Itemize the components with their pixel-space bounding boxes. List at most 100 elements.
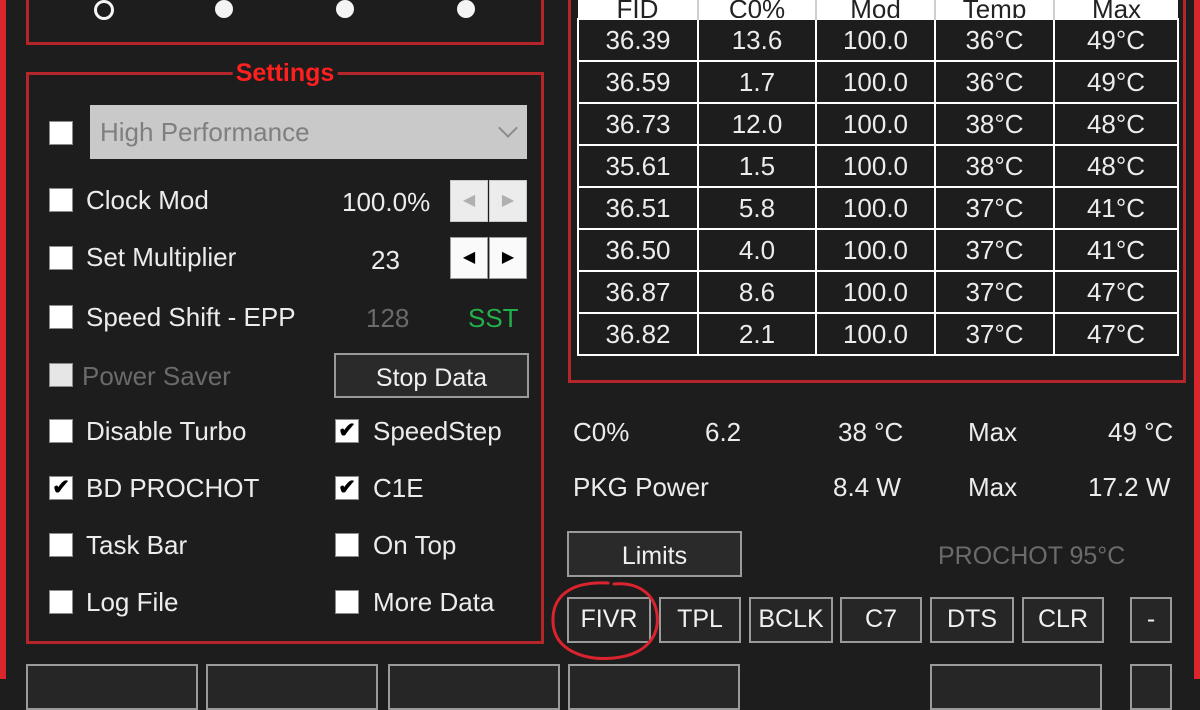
cell-temp: 38°C (934, 144, 1055, 188)
cell-temp: 37°C (934, 186, 1055, 230)
header-max: Max (1053, 0, 1178, 19)
cell-fid: 35.61 (577, 144, 699, 188)
header-c0: C0% (697, 0, 816, 19)
table-row: 36.59 1.7 100.0 36°C 49°C (577, 60, 1179, 104)
table-row: 36.51 5.8 100.0 37°C 41°C (577, 186, 1179, 230)
power-saver-checkbox[interactable] (49, 363, 73, 387)
power-plan-checkbox[interactable] (49, 121, 73, 145)
task-bar-label: Task Bar (86, 530, 188, 560)
speed-shift-epp-value: 128 (366, 303, 410, 333)
on-top-label: On Top (373, 530, 457, 560)
c7-button[interactable]: C7 (840, 597, 922, 643)
window-frame-right (1194, 0, 1200, 679)
table-header-row: FID C0% Mod Temp Max (578, 0, 1178, 19)
cell-fid: 36.50 (577, 228, 699, 272)
cell-mod: 100.0 (815, 312, 936, 356)
set-multiplier-value: 23 (371, 245, 400, 275)
pkg-power-value: 8.4 W (833, 472, 901, 502)
clock-mod-value: 100.0% (342, 187, 431, 217)
cell-max: 48°C (1053, 144, 1179, 188)
check-icon: ✔ (52, 476, 70, 499)
set-multiplier-checkbox[interactable] (49, 246, 73, 270)
clock-mod-increase-button[interactable]: ▶ (489, 180, 527, 222)
tpl-button[interactable]: TPL (659, 597, 741, 643)
table-row: 36.87 8.6 100.0 37°C 47°C (577, 270, 1179, 314)
clock-mod-label: Clock Mod (86, 185, 209, 215)
speedstep-checkbox[interactable]: ✔ (335, 419, 359, 443)
c1e-checkbox[interactable]: ✔ (335, 476, 359, 500)
cell-c0: 5.8 (697, 186, 817, 230)
power-plan-select[interactable]: High Performance (90, 105, 527, 159)
cell-mod: 100.0 (815, 60, 936, 104)
cell-temp: 36°C (934, 60, 1055, 104)
clock-mod-checkbox[interactable] (49, 188, 73, 212)
check-icon: ✔ (338, 476, 356, 499)
speed-shift-checkbox[interactable] (49, 305, 73, 329)
cell-fid: 36.87 (577, 270, 699, 314)
temp-value: 38 °C (838, 417, 904, 447)
table-row: 36.39 13.6 100.0 36°C 49°C (577, 18, 1179, 62)
slider-notch-1[interactable] (94, 0, 114, 20)
c0-value: 6.2 (705, 417, 742, 447)
cell-max: 49°C (1053, 60, 1179, 104)
disable-turbo-label: Disable Turbo (86, 416, 247, 446)
check-icon: ✔ (338, 419, 356, 442)
cell-fid: 36.51 (577, 186, 699, 230)
bottom-right-button-2[interactable] (1130, 664, 1172, 710)
header-fid: FID (578, 0, 698, 19)
cell-fid: 36.82 (577, 312, 699, 356)
table-row: 36.50 4.0 100.0 37°C 41°C (577, 228, 1179, 272)
bottom-left-button-2[interactable] (206, 664, 378, 710)
slider-notch-4[interactable] (457, 0, 475, 18)
c0-label: C0% (573, 417, 630, 447)
power-saver-label: Power Saver (82, 361, 231, 391)
settings-legend: Settings (232, 59, 338, 87)
header-mod: Mod (815, 0, 935, 19)
clock-mod-decrease-button[interactable]: ◀ (450, 180, 488, 222)
dts-button[interactable]: DTS (930, 597, 1014, 643)
clr-button[interactable]: CLR (1022, 597, 1104, 643)
pkg-power-label: PKG Power (573, 472, 709, 502)
sst-indicator: SST (468, 303, 519, 333)
log-file-checkbox[interactable] (49, 590, 73, 614)
bclk-button[interactable]: BCLK (749, 597, 833, 643)
bottom-left-button-3[interactable] (388, 664, 560, 710)
speed-shift-label: Speed Shift - EPP (86, 302, 296, 332)
temp-max-value: 49 °C (1108, 417, 1174, 447)
bottom-left-button-1[interactable] (26, 664, 198, 710)
annotation-circle-icon (551, 581, 659, 660)
header-temp: Temp (934, 0, 1054, 19)
bd-prochot-checkbox[interactable]: ✔ (49, 476, 73, 500)
on-top-checkbox[interactable] (335, 533, 359, 557)
cell-mod: 100.0 (815, 18, 936, 62)
temp-max-label: Max (968, 417, 1018, 447)
cell-mod: 100.0 (815, 228, 936, 272)
slider-notch-2[interactable] (215, 0, 233, 18)
cell-temp: 37°C (934, 312, 1055, 356)
speedstep-label: SpeedStep (373, 416, 502, 446)
stop-data-button[interactable]: Stop Data (334, 353, 529, 398)
multiplier-decrease-button[interactable]: ◀ (450, 237, 488, 279)
bottom-right-button-1[interactable] (930, 664, 1102, 710)
cell-fid: 36.73 (577, 102, 699, 146)
cell-max: 41°C (1053, 186, 1179, 230)
table-row: 36.73 12.0 100.0 38°C 48°C (577, 102, 1179, 146)
cell-fid: 36.59 (577, 60, 699, 104)
disable-turbo-checkbox[interactable] (49, 419, 73, 443)
chevron-down-icon (498, 118, 518, 138)
bottom-left-button-4[interactable] (568, 664, 740, 710)
minimize-button[interactable]: - (1130, 597, 1172, 643)
limits-button[interactable]: Limits (567, 531, 742, 577)
cell-mod: 100.0 (815, 270, 936, 314)
cell-fid: 36.39 (577, 18, 699, 62)
log-file-label: Log File (86, 587, 179, 617)
cell-max: 41°C (1053, 228, 1179, 272)
cell-temp: 37°C (934, 228, 1055, 272)
slider-notch-3[interactable] (336, 0, 354, 18)
pkg-max-label: Max (968, 472, 1018, 502)
cell-mod: 100.0 (815, 186, 936, 230)
multiplier-increase-button[interactable]: ▶ (489, 237, 527, 279)
more-data-checkbox[interactable] (335, 590, 359, 614)
more-data-label: More Data (373, 587, 495, 617)
task-bar-checkbox[interactable] (49, 533, 73, 557)
